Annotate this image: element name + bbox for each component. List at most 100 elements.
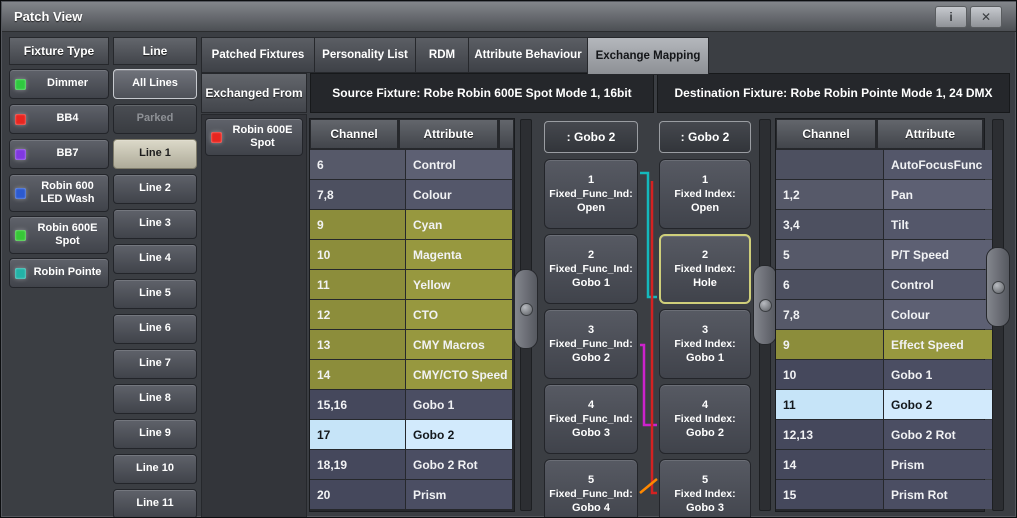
dest-function-item[interactable]: 5 Fixed Index: Gobo 3 [659, 459, 751, 517]
mapping-line-orange [639, 478, 658, 494]
source-row[interactable]: 11 Yellow [310, 270, 512, 299]
dest-row[interactable]: 6 Control [776, 270, 997, 299]
tab-exchange-mapping[interactable]: Exchange Mapping [587, 37, 709, 75]
channel-cell: 12 [310, 300, 405, 329]
grip-icon [519, 302, 533, 316]
source-row[interactable]: 12 CTO [310, 300, 512, 329]
dest-row[interactable]: 10 Gobo 1 [776, 360, 997, 389]
source-function-item[interactable]: 4 Fixed_Func_Ind: Gobo 3 [544, 384, 638, 454]
attribute-cell: Gobo 2 Rot [406, 450, 512, 479]
dest-function-item[interactable]: 1 Fixed Index: Open [659, 159, 751, 229]
exchanged-from-fixture-robin-600e-spot[interactable]: Robin 600E Spot [205, 118, 303, 156]
dest-function-header[interactable]: : Gobo 2 [659, 121, 751, 153]
channel-cell: 14 [776, 450, 883, 479]
line-10[interactable]: Line 10 [113, 454, 197, 484]
led-icon [15, 113, 26, 125]
channel-cell: 9 [776, 330, 883, 359]
fixture-type-robin-pointe[interactable]: Robin Pointe [9, 258, 109, 288]
dest-function-item[interactable]: 4 Fixed Index: Gobo 2 [659, 384, 751, 454]
line-parked[interactable]: Parked [113, 104, 197, 134]
tab-attribute-behaviour[interactable]: Attribute Behaviour [468, 37, 588, 73]
channel-cell: 12,13 [776, 420, 883, 449]
source-row[interactable]: 18,19 Gobo 2 Rot [310, 450, 512, 479]
source-function-header[interactable]: : Gobo 2 [544, 121, 638, 153]
dest-row[interactable]: 5 P/T Speed [776, 240, 997, 269]
attribute-cell: Gobo 1 [406, 390, 512, 419]
dest-row[interactable]: 1,2 Pan [776, 180, 997, 209]
dest-row-selected[interactable]: 11 Gobo 2 [776, 390, 997, 419]
source-row-selected[interactable]: 17 Gobo 2 [310, 420, 512, 449]
channel-cell: 6 [310, 150, 405, 179]
dest-table-scrollbar-thumb[interactable] [986, 247, 1010, 327]
dest-row[interactable]: 9 Effect Speed [776, 330, 997, 359]
attribute-cell: Colour [884, 300, 997, 329]
attribute-cell: Magenta [406, 240, 512, 269]
line-11[interactable]: Line 11 [113, 489, 197, 517]
attribute-cell: Gobo 1 [884, 360, 997, 389]
attribute-cell: Control [406, 150, 512, 179]
line-2[interactable]: Line 2 [113, 174, 197, 204]
dest-row[interactable]: 14 Prism [776, 450, 997, 479]
fixture-type-bb4[interactable]: BB4 [9, 104, 109, 134]
line-7[interactable]: Line 7 [113, 349, 197, 379]
attribute-cell: CMY/CTO Speed [406, 360, 512, 389]
tab-patched-fixtures[interactable]: Patched Fixtures [201, 37, 315, 73]
source-row[interactable]: 6 Control [310, 150, 512, 179]
line-3[interactable]: Line 3 [113, 209, 197, 239]
exchanged-from-panel [201, 114, 307, 517]
dest-row[interactable]: AutoFocusFunc [776, 150, 997, 179]
attribute-cell: Prism Rot [884, 480, 997, 509]
dest-row[interactable]: 7,8 Colour [776, 300, 997, 329]
attribute-cell: CTO [406, 300, 512, 329]
source-row[interactable]: 13 CMY Macros [310, 330, 512, 359]
attribute-cell: Tilt [884, 210, 997, 239]
tab-rdm[interactable]: RDM [415, 37, 469, 73]
line-6[interactable]: Line 6 [113, 314, 197, 344]
line-4[interactable]: Line 4 [113, 244, 197, 274]
destination-fixture-bar: Destination Fixture: Robe Robin Pointe M… [657, 73, 1010, 113]
exchanged-from-header: Exchanged From [201, 73, 307, 113]
dest-function-item-selected[interactable]: 2 Fixed Index: Hole [659, 234, 751, 304]
source-row[interactable]: 14 CMY/CTO Speed [310, 360, 512, 389]
source-function-item[interactable]: 2 Fixed_Func_Ind: Gobo 1 [544, 234, 638, 304]
source-row[interactable]: 10 Magenta [310, 240, 512, 269]
dest-col-attribute: Attribute [877, 119, 983, 149]
dest-row[interactable]: 12,13 Gobo 2 Rot [776, 420, 997, 449]
fixture-type-dimmer[interactable]: Dimmer [9, 69, 109, 99]
fixture-type-robin-600e-spot[interactable]: Robin 600E Spot [9, 216, 109, 254]
source-function-item[interactable]: 3 Fixed_Func_Ind: Gobo 2 [544, 309, 638, 379]
dest-row[interactable]: 15 Prism Rot [776, 480, 997, 509]
dest-functions-scrollbar-thumb[interactable] [753, 265, 777, 345]
grip-icon [991, 280, 1005, 294]
source-col-attribute: Attribute [399, 119, 498, 149]
line-5[interactable]: Line 5 [113, 279, 197, 309]
source-row[interactable]: 20 Prism [310, 480, 512, 509]
line-9[interactable]: Line 9 [113, 419, 197, 449]
source-row[interactable]: 7,8 Colour [310, 180, 512, 209]
source-function-item[interactable]: 5 Fixed_Func_Ind: Gobo 4 [544, 459, 638, 517]
channel-cell: 20 [310, 480, 405, 509]
tab-personality-list[interactable]: Personality List [314, 37, 416, 73]
info-button[interactable]: i [935, 6, 967, 28]
line-8[interactable]: Line 8 [113, 384, 197, 414]
line-1[interactable]: Line 1 [113, 139, 197, 169]
fixture-type-robin-600-led-wash[interactable]: Robin 600 LED Wash [9, 174, 109, 212]
line-header: Line [113, 37, 197, 65]
mapping-line-teal [640, 171, 657, 299]
channel-cell: 5 [776, 240, 883, 269]
close-button[interactable]: ✕ [970, 6, 1002, 28]
dest-function-item[interactable]: 3 Fixed Index: Gobo 1 [659, 309, 751, 379]
patch-view-window: Patch View i ✕ Fixture Type Dimmer BB4 B… [0, 0, 1017, 518]
source-scrollbar-thumb[interactable] [514, 269, 538, 349]
channel-cell: 13 [310, 330, 405, 359]
fixture-type-bb7[interactable]: BB7 [9, 139, 109, 169]
attribute-cell: Gobo 2 [884, 390, 997, 419]
titlebar[interactable]: Patch View [2, 2, 1016, 32]
dest-row[interactable]: 3,4 Tilt [776, 210, 997, 239]
source-function-item[interactable]: 1 Fixed_Func_Ind: Open [544, 159, 638, 229]
source-row[interactable]: 9 Cyan [310, 210, 512, 239]
line-all-lines[interactable]: All Lines [113, 69, 197, 99]
source-row[interactable]: 15,16 Gobo 1 [310, 390, 512, 419]
info-icon: i [949, 10, 953, 24]
window-title: Patch View [14, 9, 83, 24]
